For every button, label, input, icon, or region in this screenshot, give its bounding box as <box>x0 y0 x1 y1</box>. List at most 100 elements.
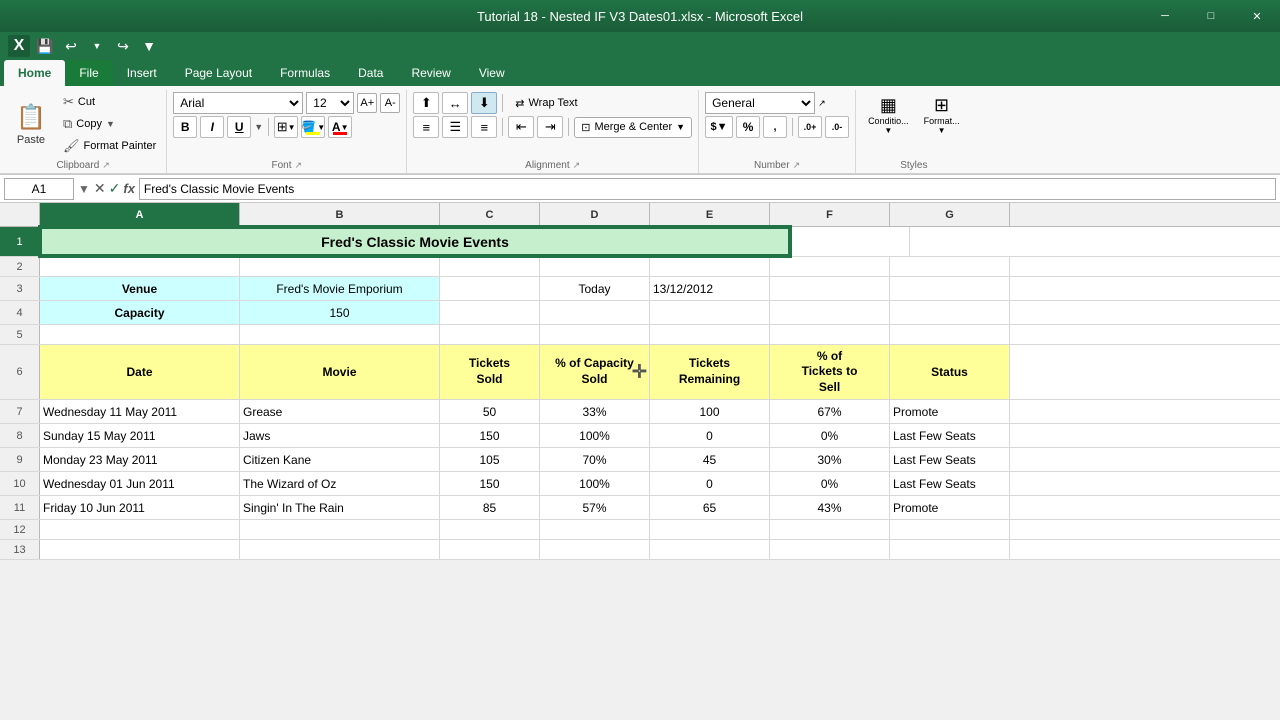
cell-g13[interactable] <box>890 540 1010 559</box>
cell-c11[interactable]: 85 <box>440 496 540 519</box>
cell-a1[interactable]: Fred's Classic Movie Events <box>40 227 790 256</box>
cell-f4[interactable] <box>770 301 890 324</box>
col-header-d[interactable]: D <box>540 203 650 226</box>
cell-b8[interactable]: Jaws <box>240 424 440 447</box>
tab-home[interactable]: Home <box>4 60 65 86</box>
cell-b2[interactable] <box>240 257 440 276</box>
row-num-13[interactable]: 13 <box>0 540 40 559</box>
row-num-6[interactable]: 6 <box>0 345 40 399</box>
font-expander[interactable]: ↗ <box>295 160 303 171</box>
cell-e11[interactable]: 65 <box>650 496 770 519</box>
undo-dropdown[interactable]: ▼ <box>86 35 108 57</box>
cell-a13[interactable] <box>40 540 240 559</box>
cut-button[interactable]: ✂ Cut <box>59 92 160 112</box>
cell-b4[interactable]: 150 <box>240 301 440 324</box>
increase-indent-button[interactable]: ⇥ <box>537 116 563 138</box>
font-increase-button[interactable]: A+ <box>357 93 377 113</box>
merge-center-button[interactable]: ⊡ Merge & Center ▼ <box>574 117 692 138</box>
col-header-a[interactable]: A <box>40 203 240 226</box>
row-num-4[interactable]: 4 <box>0 301 40 324</box>
cell-g5[interactable] <box>890 325 1010 344</box>
cell-f12[interactable] <box>770 520 890 539</box>
cell-g4[interactable] <box>890 301 1010 324</box>
cell-d8[interactable]: 100% <box>540 424 650 447</box>
customize-qat-button[interactable]: ▼ <box>138 35 160 57</box>
borders-dropdown[interactable]: ▼ <box>288 123 296 132</box>
row-num-10[interactable]: 10 <box>0 472 40 495</box>
cell-c10[interactable]: 150 <box>440 472 540 495</box>
align-bottom-button[interactable]: ⬇ <box>471 92 497 114</box>
borders-button[interactable]: ⊞ ▼ <box>274 116 298 138</box>
fill-dropdown[interactable]: ▼ <box>317 123 325 132</box>
italic-button[interactable]: I <box>200 116 224 138</box>
cell-d9[interactable]: 70% <box>540 448 650 471</box>
tab-file[interactable]: File <box>65 60 112 86</box>
cell-c3[interactable] <box>440 277 540 300</box>
cell-e6[interactable]: TicketsRemaining <box>650 345 770 399</box>
format-painter-button[interactable]: 🖌 Format Painter <box>59 136 160 156</box>
cell-d12[interactable] <box>540 520 650 539</box>
cell-c12[interactable] <box>440 520 540 539</box>
cell-f6[interactable]: % ofTickets toSell <box>770 345 890 399</box>
cell-b5[interactable] <box>240 325 440 344</box>
cell-c5[interactable] <box>440 325 540 344</box>
row-num-12[interactable]: 12 <box>0 520 40 539</box>
cell-a10[interactable]: Wednesday 01 Jun 2011 <box>40 472 240 495</box>
cell-a5[interactable] <box>40 325 240 344</box>
tab-insert[interactable]: Insert <box>113 60 171 86</box>
row-num-3[interactable]: 3 <box>0 277 40 300</box>
cell-f11[interactable]: 43% <box>770 496 890 519</box>
cell-e8[interactable]: 0 <box>650 424 770 447</box>
cell-f5[interactable] <box>770 325 890 344</box>
col-header-e[interactable]: E <box>650 203 770 226</box>
row-num-2[interactable]: 2 <box>0 257 40 276</box>
cell-c2[interactable] <box>440 257 540 276</box>
cell-c9[interactable]: 105 <box>440 448 540 471</box>
cell-b6[interactable]: Movie <box>240 345 440 399</box>
cell-g12[interactable] <box>890 520 1010 539</box>
cell-a7[interactable]: Wednesday 11 May 2011 <box>40 400 240 423</box>
cell-d13[interactable] <box>540 540 650 559</box>
number-expand[interactable]: ↗ <box>818 98 826 109</box>
cell-g6[interactable]: Status <box>890 345 1010 399</box>
cell-d3[interactable]: Today <box>540 277 650 300</box>
font-size-select[interactable]: 12 <box>306 92 354 114</box>
cell-a4[interactable]: Capacity <box>40 301 240 324</box>
name-box-dropdown[interactable]: ▼ <box>78 182 90 196</box>
maximize-button[interactable]: □ <box>1188 0 1234 32</box>
col-header-f[interactable]: F <box>770 203 890 226</box>
cell-e2[interactable] <box>650 257 770 276</box>
tab-data[interactable]: Data <box>344 60 397 86</box>
bold-button[interactable]: B <box>173 116 197 138</box>
cell-e9[interactable]: 45 <box>650 448 770 471</box>
alignment-expander[interactable]: ↗ <box>573 160 581 171</box>
format-as-table-button[interactable]: ⊞ Format... ▼ <box>918 92 966 138</box>
cell-a3[interactable]: Venue <box>40 277 240 300</box>
formula-confirm-button[interactable]: ✓ <box>109 180 121 197</box>
cell-a9[interactable]: Monday 23 May 2011 <box>40 448 240 471</box>
cell-g3[interactable] <box>890 277 1010 300</box>
cell-b3[interactable]: Fred's Movie Emporium <box>240 277 440 300</box>
tab-review[interactable]: Review <box>397 60 464 86</box>
cell-b7[interactable]: Grease <box>240 400 440 423</box>
wrap-text-button[interactable]: ⇄ Wrap Text <box>508 93 584 114</box>
number-expander[interactable]: ↗ <box>793 160 801 171</box>
tab-page-layout[interactable]: Page Layout <box>171 60 266 86</box>
clipboard-expander[interactable]: ↗ <box>102 160 110 171</box>
align-middle-button[interactable]: ↔ <box>442 92 468 114</box>
row-num-1[interactable]: 1 <box>0 227 40 256</box>
cell-b13[interactable] <box>240 540 440 559</box>
cell-a8[interactable]: Sunday 15 May 2011 <box>40 424 240 447</box>
decrease-indent-button[interactable]: ⇤ <box>508 116 534 138</box>
conditional-formatting-button[interactable]: ▦ Conditio... ▼ <box>862 92 915 138</box>
increase-decimal-button[interactable]: .0+ <box>798 116 822 138</box>
cell-c8[interactable]: 150 <box>440 424 540 447</box>
insert-function-button[interactable]: fx <box>123 181 135 196</box>
cell-f7[interactable]: 67% <box>770 400 890 423</box>
cell-a11[interactable]: Friday 10 Jun 2011 <box>40 496 240 519</box>
cell-b9[interactable]: Citizen Kane <box>240 448 440 471</box>
underline-dropdown[interactable]: ▼ <box>254 122 263 132</box>
decrease-decimal-button[interactable]: .0- <box>825 116 849 138</box>
cell-g8[interactable]: Last Few Seats <box>890 424 1010 447</box>
cell-e3[interactable]: 13/12/2012 <box>650 277 770 300</box>
